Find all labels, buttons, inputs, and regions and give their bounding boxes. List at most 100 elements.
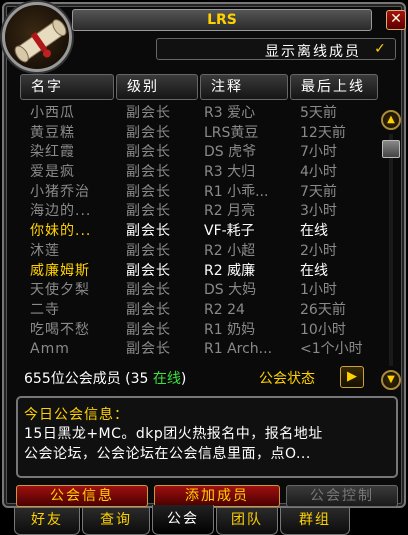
member-count-summary: 655位公会成员 (35 在线) <box>24 368 186 388</box>
guild-status-label: 公会状态 <box>259 371 315 387</box>
table-row[interactable]: 染红霞 副会长 DS 虎爷 7小时 <box>20 143 376 163</box>
member-rank: 副会长 <box>126 223 171 240</box>
member-list: 小西瓜 副会长 R3 爱心 5天前 黄豆糕 副会长 LRS黄豆 12天前 染红霞 副会长 DS 虎爷… <box>20 104 376 360</box>
social-tabs: 好友 查询 公会 团队 群组 <box>0 505 408 535</box>
guild-info-button[interactable]: 公会信息 <box>16 485 148 507</box>
member-name: 二寺 <box>30 301 60 318</box>
window-title: LRS <box>72 9 372 31</box>
member-rank: 副会长 <box>126 105 171 121</box>
member-last-online: 2小时 <box>300 242 337 259</box>
member-note: LRS黄豆 <box>204 124 259 141</box>
add-member-button[interactable]: 添加成员 <box>154 485 280 507</box>
member-name: 海边的... <box>30 203 92 220</box>
member-note: DS 大妈 <box>204 282 257 299</box>
member-note: R2 月亮 <box>204 203 256 220</box>
member-rank: 副会长 <box>126 321 171 338</box>
member-rank: 副会长 <box>126 282 171 299</box>
member-name: 染红霞 <box>30 144 75 161</box>
member-rank: 副会长 <box>126 301 171 318</box>
table-row[interactable]: 二寺 副会长 R2 24 26天前 <box>20 301 376 321</box>
scroll-thumb[interactable] <box>382 140 400 158</box>
member-last-online: 4小时 <box>300 164 337 181</box>
scroll-down-icon[interactable]: ▼ <box>381 370 401 390</box>
column-header-name[interactable]: 名字 <box>20 74 114 100</box>
member-rank: 副会长 <box>126 183 171 200</box>
member-note: R2 24 <box>204 301 245 318</box>
table-row[interactable]: 爱是疯 副会长 R3 大归 4小时 <box>20 163 376 183</box>
table-row[interactable]: 天使夕梨 副会长 DS 大妈 1小时 <box>20 281 376 301</box>
scroll-up-icon[interactable]: ▲ <box>381 110 401 130</box>
member-last-online: 10小时 <box>300 321 346 338</box>
show-offline-toggle[interactable]: 显示离线成员 ✓ <box>156 38 396 60</box>
table-row[interactable]: Amm 副会长 R1 Arch... <1个小时 <box>20 340 376 360</box>
member-name: 小西瓜 <box>30 105 75 121</box>
column-header-rank[interactable]: 级别 <box>116 74 198 100</box>
member-name: 爱是疯 <box>30 164 75 181</box>
tab-guild[interactable]: 公会 <box>152 505 214 535</box>
member-name: 黄豆糕 <box>30 124 75 141</box>
member-note: R3 爱心 <box>204 105 256 121</box>
scroll-track <box>389 134 393 366</box>
member-scrollbar[interactable]: ▲ ▼ <box>379 106 403 390</box>
member-note: DS 虎爷 <box>204 144 257 161</box>
member-last-online: 在线 <box>300 262 328 279</box>
member-last-online: 在线 <box>300 223 328 240</box>
member-rank: 副会长 <box>126 124 171 141</box>
column-headers: 名字 级别 注释 最后上线 <box>20 74 378 100</box>
member-note: R2 小超 <box>204 242 256 259</box>
tab-friends[interactable]: 好友 <box>14 508 80 535</box>
table-row[interactable]: 黄豆糕 副会长 LRS黄豆 12天前 <box>20 124 376 144</box>
checkmark-icon[interactable]: ✓ <box>371 41 389 57</box>
member-name: 沐莲 <box>30 242 60 259</box>
table-row[interactable]: 海边的... 副会长 R2 月亮 3小时 <box>20 202 376 222</box>
motd-line-2: 公会论坛，公会论坛在公会信息里面，点O... <box>24 446 311 462</box>
table-row[interactable]: 小猪乔治 副会长 R1 小乖... 7天前 <box>20 183 376 203</box>
table-row[interactable]: 沐莲 副会长 R2 小超 2小时 <box>20 242 376 262</box>
table-row[interactable]: 你妹的... 副会长 VF-耗子 在线 <box>20 222 376 242</box>
member-last-online: 3小时 <box>300 203 337 220</box>
guild-status-arrow-icon[interactable]: ▶ <box>340 366 364 388</box>
member-last-online: 12天前 <box>300 124 346 141</box>
member-note: R1 奶妈 <box>204 321 256 338</box>
motd-line-1: 15日黑龙+MC。dkp团火热报名中，报名地址 <box>24 426 323 442</box>
member-rank: 副会长 <box>126 262 171 279</box>
member-note: R1 小乖... <box>204 183 269 200</box>
column-header-last-online[interactable]: 最后上线 <box>290 74 378 100</box>
tab-raid[interactable]: 团队 <box>216 508 278 535</box>
member-name: 天使夕梨 <box>30 282 90 299</box>
member-last-online: 5天前 <box>300 105 337 121</box>
member-last-online: 7天前 <box>300 183 337 200</box>
member-note: R3 大归 <box>204 164 256 181</box>
guild-window: LRS ✕ 显示离线成员 ✓ 名字 级别 注释 最后上线 小西瓜 副会长 R3 爱心… <box>2 2 406 508</box>
member-name: 吃喝不愁 <box>30 321 90 338</box>
member-last-online: 26天前 <box>300 301 346 318</box>
guild-control-button[interactable]: 公会控制 <box>286 485 398 507</box>
summary-close-paren: ) <box>180 371 187 387</box>
member-name: 你妹的... <box>30 223 92 240</box>
member-rank: 副会长 <box>126 242 171 259</box>
guild-motd-panel: 今日公会信息： 15日黑龙+MC。dkp团火热报名中，报名地址 公会论坛，公会论… <box>16 396 398 478</box>
member-name: 小猪乔治 <box>30 183 90 200</box>
member-rank: 副会长 <box>126 164 171 181</box>
member-rank: 副会长 <box>126 341 171 358</box>
show-offline-label: 显示离线成员 <box>265 44 361 60</box>
guild-scroll-icon <box>2 2 72 72</box>
member-count-text: 655位公会成员 (35 <box>24 371 153 387</box>
column-header-note[interactable]: 注释 <box>200 74 288 100</box>
member-note: R1 Arch... <box>204 341 273 358</box>
tab-group[interactable]: 群组 <box>280 508 350 535</box>
table-row[interactable]: 吃喝不愁 副会长 R1 奶妈 10小时 <box>20 321 376 341</box>
tab-who[interactable]: 查询 <box>82 508 150 535</box>
member-rank: 副会长 <box>126 144 171 161</box>
close-icon[interactable]: ✕ <box>386 10 406 30</box>
member-rank: 副会长 <box>126 203 171 220</box>
member-note: R2 威廉 <box>204 262 256 279</box>
online-count-label: 在线 <box>152 371 181 387</box>
member-name: Amm <box>30 341 70 358</box>
member-last-online: 7小时 <box>300 144 337 161</box>
table-row[interactable]: 威廉姆斯 副会长 R2 威廉 在线 <box>20 262 376 282</box>
motd-title: 今日公会信息： <box>24 407 129 423</box>
member-last-online: 1小时 <box>300 282 337 299</box>
member-note: VF-耗子 <box>204 223 255 240</box>
table-row[interactable]: 小西瓜 副会长 R3 爱心 5天前 <box>20 104 376 124</box>
